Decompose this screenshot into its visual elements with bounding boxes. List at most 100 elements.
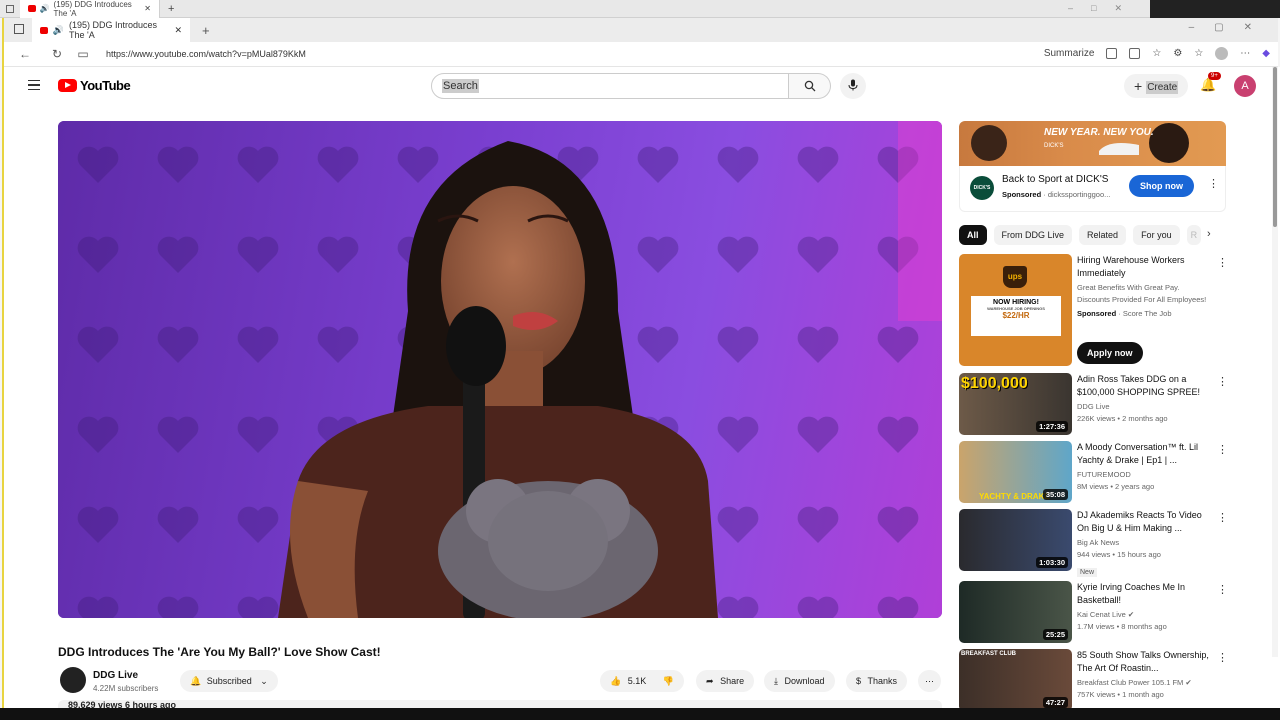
more-actions-button[interactable]: ⋯	[918, 670, 941, 692]
profile-icon[interactable]	[1215, 47, 1229, 60]
youtube-logo[interactable]: YouTube	[58, 78, 131, 93]
ad-more-icon[interactable]: ⋮	[1208, 177, 1219, 190]
new-tab-icon[interactable]: +	[168, 3, 174, 15]
ad-domain: dickssportinggoo...	[1047, 190, 1111, 199]
close-tab-icon[interactable]: ✕	[174, 25, 182, 36]
item-channel[interactable]: Breakfast Club Power 105.1 FM ✔	[1077, 677, 1212, 689]
page-scrollbar[interactable]	[1272, 67, 1278, 657]
channel-avatar[interactable]	[60, 667, 86, 693]
screen: 🔊 (195) DDG Introduces The 'A ✕ + –□✕ 🔊 …	[0, 0, 1280, 720]
list-item[interactable]: YACHTY & DRAKE 35:08 A Moody Conversatio…	[959, 441, 1229, 505]
item-title[interactable]: A Moody Conversation™ ft. Lil Yachty & D…	[1077, 441, 1212, 467]
url-field[interactable]: https://www.youtube.com/watch?v=pMUal879…	[106, 49, 306, 59]
more-options-icon[interactable]: ⋮	[1217, 651, 1228, 664]
more-icon[interactable]: ⋯	[1240, 48, 1250, 59]
thumb-text: BREAKFAST CLUB	[961, 651, 1016, 657]
taskbar-edge	[0, 708, 1280, 720]
download-button[interactable]: ⤓ Download	[764, 670, 835, 692]
list-item[interactable]: 1:03:30 DJ Akademiks Reacts To Video On …	[959, 509, 1229, 577]
tab-actions-icon[interactable]	[6, 4, 14, 13]
list-item[interactable]: 25:25 Kyrie Irving Coaches Me In Basketb…	[959, 581, 1229, 645]
extensions-icon[interactable]: ⚙	[1173, 48, 1182, 59]
more-options-icon[interactable]: ⋮	[1217, 443, 1228, 456]
scrollbar-thumb[interactable]	[1273, 67, 1277, 227]
item-channel[interactable]: DDG Live	[1077, 401, 1212, 413]
more-options-icon[interactable]: ⋮	[1217, 256, 1228, 269]
item-channel[interactable]: FUTUREMOOD	[1077, 469, 1212, 481]
thumbnail[interactable]: $100,000 1:27:36	[959, 373, 1072, 435]
chip-recent[interactable]: R	[1186, 225, 1202, 245]
list-item[interactable]: $100,000 1:27:36 Adin Ross Takes DDG on …	[959, 373, 1229, 437]
item-title[interactable]: Kyrie Irving Coaches Me In Basketball!	[1077, 581, 1212, 607]
chip-all[interactable]: All	[959, 225, 987, 245]
description-box[interactable]: 89,629 views 6 hours ago	[58, 700, 942, 708]
thumbnail[interactable]: 1:03:30	[959, 509, 1072, 571]
sidebar-toggle-icon[interactable]	[14, 24, 24, 34]
item-channel[interactable]: Big Ak News	[1077, 537, 1212, 549]
thanks-label: Thanks	[867, 676, 898, 686]
thumbnail[interactable]: BREAKFAST CLUB 47:27	[959, 649, 1072, 708]
speaker-icon[interactable]: 🔊	[40, 4, 50, 13]
translate-icon[interactable]	[1106, 48, 1118, 59]
copilot-icon[interactable]: ◆	[1262, 48, 1270, 59]
apply-now-button[interactable]: Apply now	[1077, 342, 1143, 364]
dislike-icon[interactable]: 👎	[663, 676, 674, 686]
chevron-right-icon[interactable]: ›	[1207, 228, 1211, 240]
item-title[interactable]: Hiring Warehouse Workers Immediately	[1077, 254, 1212, 280]
more-options-icon[interactable]: ⋮	[1217, 583, 1228, 596]
site-info-icon[interactable]: ▭	[72, 47, 94, 61]
like-icon[interactable]: 👍	[610, 676, 621, 686]
summarize-button[interactable]: Summarize	[1044, 48, 1095, 59]
back-icon[interactable]: ←	[14, 47, 36, 61]
chip-for-you[interactable]: For you	[1133, 225, 1180, 245]
ups-logo-icon: ups	[1003, 266, 1027, 288]
new-tab-icon[interactable]: +	[202, 23, 210, 38]
masthead: YouTube Search + Create 🔔 9+ A	[4, 67, 1280, 105]
duration: 47:27	[1042, 697, 1068, 708]
channel-name[interactable]: DDG Live	[93, 670, 138, 681]
menu-icon[interactable]	[28, 80, 40, 90]
list-item[interactable]: ups NOW HIRING! WAREHOUSE JOB OPENINGS $…	[959, 254, 1229, 368]
item-stats: 8M views • 2 years ago	[1077, 482, 1155, 491]
ad-card[interactable]: DICK'S Back to Sport at DICK'S Sponsored…	[959, 166, 1226, 212]
item-title[interactable]: DJ Akademiks Reacts To Video On Big U & …	[1077, 509, 1212, 535]
favorites-icon[interactable]: ☆	[1194, 48, 1203, 59]
close-icon[interactable]: ✕	[144, 4, 151, 13]
window-controls[interactable]: –□✕	[1068, 3, 1140, 14]
browser-tab[interactable]: 🔊 (195) DDG Introduces The 'A ✕	[32, 18, 190, 42]
youtube-play-icon	[58, 79, 77, 92]
speaker-icon[interactable]: 🔊	[53, 25, 64, 36]
subscribed-button[interactable]: 🔔 Subscribed ⌄	[180, 670, 278, 692]
thumbnail[interactable]: YACHTY & DRAKE 35:08	[959, 441, 1072, 503]
account-avatar[interactable]: A	[1234, 75, 1256, 97]
more-options-icon[interactable]: ⋮	[1217, 375, 1228, 388]
list-item[interactable]: BREAKFAST CLUB 47:27 85 South Show Talks…	[959, 649, 1229, 708]
search-input[interactable]: Search	[431, 73, 789, 99]
search-button[interactable]	[789, 73, 831, 99]
like-count[interactable]: 5.1K	[628, 676, 647, 686]
favorite-star-icon[interactable]: ☆	[1152, 48, 1161, 59]
chip-related[interactable]: Related	[1079, 225, 1127, 245]
share-button[interactable]: ➦ Share	[696, 670, 755, 692]
search-icon	[804, 80, 815, 92]
reload-icon[interactable]: ↻	[46, 47, 68, 61]
voice-search-button[interactable]	[840, 73, 866, 99]
more-options-icon[interactable]: ⋮	[1217, 511, 1228, 524]
ad-banner[interactable]: NEW YEAR. NEW YOU. DICK'S	[959, 121, 1226, 166]
thanks-button[interactable]: $ Thanks	[846, 670, 908, 692]
item-title[interactable]: Adin Ross Takes DDG on a $100,000 SHOPPI…	[1077, 373, 1212, 399]
video-player[interactable]	[58, 121, 942, 618]
channel-label: Kai Cenat Live	[1077, 610, 1126, 619]
outer-tab[interactable]: 🔊 (195) DDG Introduces The 'A ✕	[20, 0, 160, 18]
window-controls[interactable]: –▢✕	[1189, 22, 1272, 33]
shop-now-button[interactable]: Shop now	[1129, 175, 1194, 197]
split-view-icon[interactable]	[1129, 48, 1141, 59]
thumbnail[interactable]: ups NOW HIRING! WAREHOUSE JOB OPENINGS $…	[959, 254, 1072, 366]
item-meta: Hiring Warehouse Workers Immediately Gre…	[1077, 254, 1212, 320]
youtube-page: YouTube Search + Create 🔔 9+ A DDG Intro…	[4, 67, 1280, 708]
item-channel[interactable]: Kai Cenat Live ✔	[1077, 609, 1212, 621]
item-title[interactable]: 85 South Show Talks Ownership, The Art O…	[1077, 649, 1212, 675]
create-button[interactable]: + Create	[1124, 74, 1189, 98]
chip-from-ddg-live[interactable]: From DDG Live	[993, 225, 1073, 245]
thumbnail[interactable]: 25:25	[959, 581, 1072, 643]
